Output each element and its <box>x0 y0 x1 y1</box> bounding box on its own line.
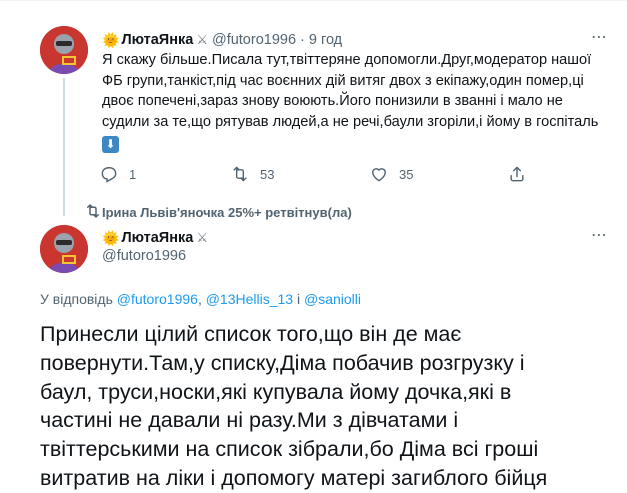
reply-count: 1 <box>129 166 137 182</box>
share-icon <box>507 164 527 184</box>
avatar[interactable] <box>40 225 88 273</box>
crossed-swords-icon: ⚔ <box>196 230 208 245</box>
avatar-image <box>40 26 88 74</box>
tweet-text-line: повернути.Там,у списку,Діма побачив розг… <box>40 350 525 375</box>
tweet-header: 🌞 ЛютаЯнка ⚔ <box>102 228 212 248</box>
tweet-text-line: твіттерськими на список зібрали,бо Діма … <box>40 437 539 462</box>
retweet-banner[interactable]: Ірина Львів'яночка 25%+ ретвітнув(ла) <box>102 204 352 220</box>
reply-icon <box>99 164 119 184</box>
tweet-text-line: ⬇ <box>102 132 612 153</box>
tweet-text-line: витратив на ліки і допомогу матері загиб… <box>40 465 548 490</box>
avatar-image <box>40 225 88 273</box>
tweet-text-line: ФБ групи,танкіст,під час воєнних дій вит… <box>102 72 584 89</box>
tweet-text-line: Я скажу більше.Писала тут,твіттеряне доп… <box>102 52 592 68</box>
retweet-banner-text: Ірина Львів'яночка 25%+ ретвітнув(ла) <box>102 204 352 220</box>
like-count: 35 <box>399 166 414 182</box>
tweet-parent[interactable]: 🌞 ЛютаЯнка ⚔ @futoro1996 · 9 год ⋯ Я ска… <box>0 0 627 216</box>
reply-button[interactable]: 1 <box>99 164 136 184</box>
reply-mention-link[interactable]: @13Hellis_13 <box>206 291 293 307</box>
share-button[interactable] <box>507 164 537 184</box>
tweet-text-line: частині не давали ні разу.Ми з дівчатами… <box>40 408 459 433</box>
reply-to-line: У відповідь @futoro1996, @13Hellis_13 і … <box>40 291 361 307</box>
thread-line <box>63 78 65 216</box>
tweet-text: Принесли цілий список того,що він де має… <box>40 320 620 493</box>
reply-and: і <box>296 291 301 307</box>
like-button[interactable]: 35 <box>369 164 413 184</box>
tweet-text-line: Принесли цілий список того,що він де має <box>40 322 462 346</box>
more-button[interactable]: ⋯ <box>588 30 610 50</box>
timestamp[interactable]: 9 год <box>309 32 342 48</box>
down-arrow-emoji-icon: ⬇ <box>102 136 119 153</box>
sun-emoji-icon: 🌞 <box>102 31 120 48</box>
retweet-count: 53 <box>260 166 275 182</box>
more-icon: ⋯ <box>591 227 607 244</box>
display-name[interactable]: ЛютаЯнка <box>121 230 193 246</box>
more-icon: ⋯ <box>591 29 607 46</box>
reply-mention-link[interactable]: @futoro1996 <box>117 291 198 307</box>
sun-emoji-icon: 🌞 <box>102 229 120 246</box>
tweet-header: 🌞 ЛютаЯнка ⚔ @futoro1996 · 9 год <box>102 30 342 50</box>
retweet-icon <box>230 164 250 184</box>
separator-dot: · <box>300 32 305 48</box>
crossed-swords-icon: ⚔ <box>196 32 208 47</box>
reply-to-prefix: У відповідь <box>40 291 113 307</box>
tweet-text: Я скажу більше.Писала тут,твіттеряне доп… <box>102 50 612 153</box>
user-handle[interactable]: @futoro1996 <box>212 32 296 48</box>
retweet-banner-icon <box>84 202 102 220</box>
comma-separator: , <box>197 291 206 307</box>
reply-mention-link[interactable]: @saniolli <box>304 291 361 307</box>
tweet-text-line: баул, труси,носки,які купувала йому дочк… <box>40 379 512 404</box>
tweet-text-line: судили за те,що рятував людей,а не речі,… <box>102 113 599 130</box>
user-handle[interactable]: @futoro1996 <box>102 248 186 264</box>
retweet-button[interactable]: 53 <box>230 164 274 184</box>
tweet-text-line: двоє попечені,зараз знову воюють.Його по… <box>102 93 563 109</box>
more-button[interactable]: ⋯ <box>588 228 610 248</box>
display-name[interactable]: ЛютаЯнка <box>121 32 193 48</box>
heart-icon <box>369 164 389 184</box>
avatar[interactable] <box>40 26 88 74</box>
